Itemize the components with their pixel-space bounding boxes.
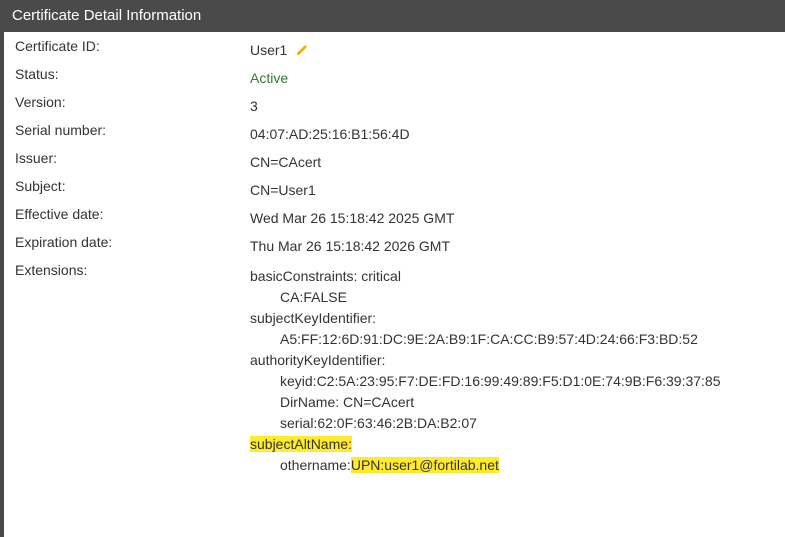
row-version: Version: 3	[4, 88, 785, 116]
ext-subject-key-identifier-value: A5:FF:12:6D:91:DC:9E:2A:B9:1F:CA:CC:B9:5…	[280, 331, 698, 347]
status-label: Status:	[15, 66, 59, 82]
ext-basic-constraints: basicConstraints: critical	[250, 268, 401, 284]
row-effective-date: Effective date: Wed Mar 26 15:18:42 2025…	[4, 200, 785, 228]
serial-number-value: 04:07:AD:25:16:B1:56:4D	[250, 126, 410, 142]
row-status: Status: Active	[4, 60, 785, 88]
effective-date-value: Wed Mar 26 15:18:42 2025 GMT	[250, 210, 455, 226]
ext-subject-alt-name-row: subjectAltName:	[250, 434, 721, 455]
row-subject: Subject: CN=User1	[4, 172, 785, 200]
ext-dirname: DirName: CN=CAcert	[280, 394, 415, 410]
row-issuer: Issuer: CN=CAcert	[4, 144, 785, 172]
version-value: 3	[250, 98, 258, 114]
ext-subject-key-identifier: subjectKeyIdentifier:	[250, 310, 377, 326]
extensions-label: Extensions:	[15, 262, 88, 278]
issuer-value: CN=CAcert	[250, 154, 322, 170]
subject-label: Subject:	[15, 178, 66, 194]
certificate-id-text: User1	[250, 42, 288, 58]
ext-othername-row: othername:UPN:user1@fortilab.net	[250, 455, 721, 476]
certificate-id-value: User1	[250, 42, 309, 58]
ext-keyid: keyid:C2:5A:23:95:F7:DE:FD:16:99:49:89:F…	[280, 373, 721, 389]
issuer-label: Issuer:	[15, 150, 58, 166]
extensions-value: basicConstraints: critical CA:FALSE subj…	[250, 266, 721, 476]
effective-date-label: Effective date:	[15, 206, 104, 222]
ext-othername-prefix: othername:	[280, 457, 351, 473]
row-serial-number: Serial number: 04:07:AD:25:16:B1:56:4D	[4, 116, 785, 144]
certificate-detail-panel: Certificate ID: User1 Status: Active Ver…	[4, 32, 785, 537]
ext-othername-upn: UPN:user1@fortilab.net	[350, 457, 499, 473]
row-expiration-date: Expiration date: Thu Mar 26 15:18:42 202…	[4, 228, 785, 256]
row-certificate-id: Certificate ID: User1	[4, 32, 785, 60]
certificate-id-label: Certificate ID:	[15, 38, 100, 54]
subject-value: CN=User1	[250, 182, 316, 198]
expiration-date-label: Expiration date:	[15, 234, 113, 250]
ext-basic-constraints-value: CA:FALSE	[280, 289, 347, 305]
ext-subject-alt-name: subjectAltName:	[250, 436, 352, 452]
expiration-date-value: Thu Mar 26 15:18:42 2026 GMT	[250, 238, 450, 254]
pencil-icon[interactable]	[295, 43, 309, 57]
version-label: Version:	[15, 94, 66, 110]
dialog-title: Certificate Detail Information	[0, 0, 785, 32]
serial-number-label: Serial number:	[15, 122, 107, 138]
ext-serial: serial:62:0F:63:46:2B:DA:B2:07	[280, 415, 477, 431]
ext-authority-key-identifier: authorityKeyIdentifier:	[250, 352, 386, 368]
status-value: Active	[250, 70, 289, 86]
